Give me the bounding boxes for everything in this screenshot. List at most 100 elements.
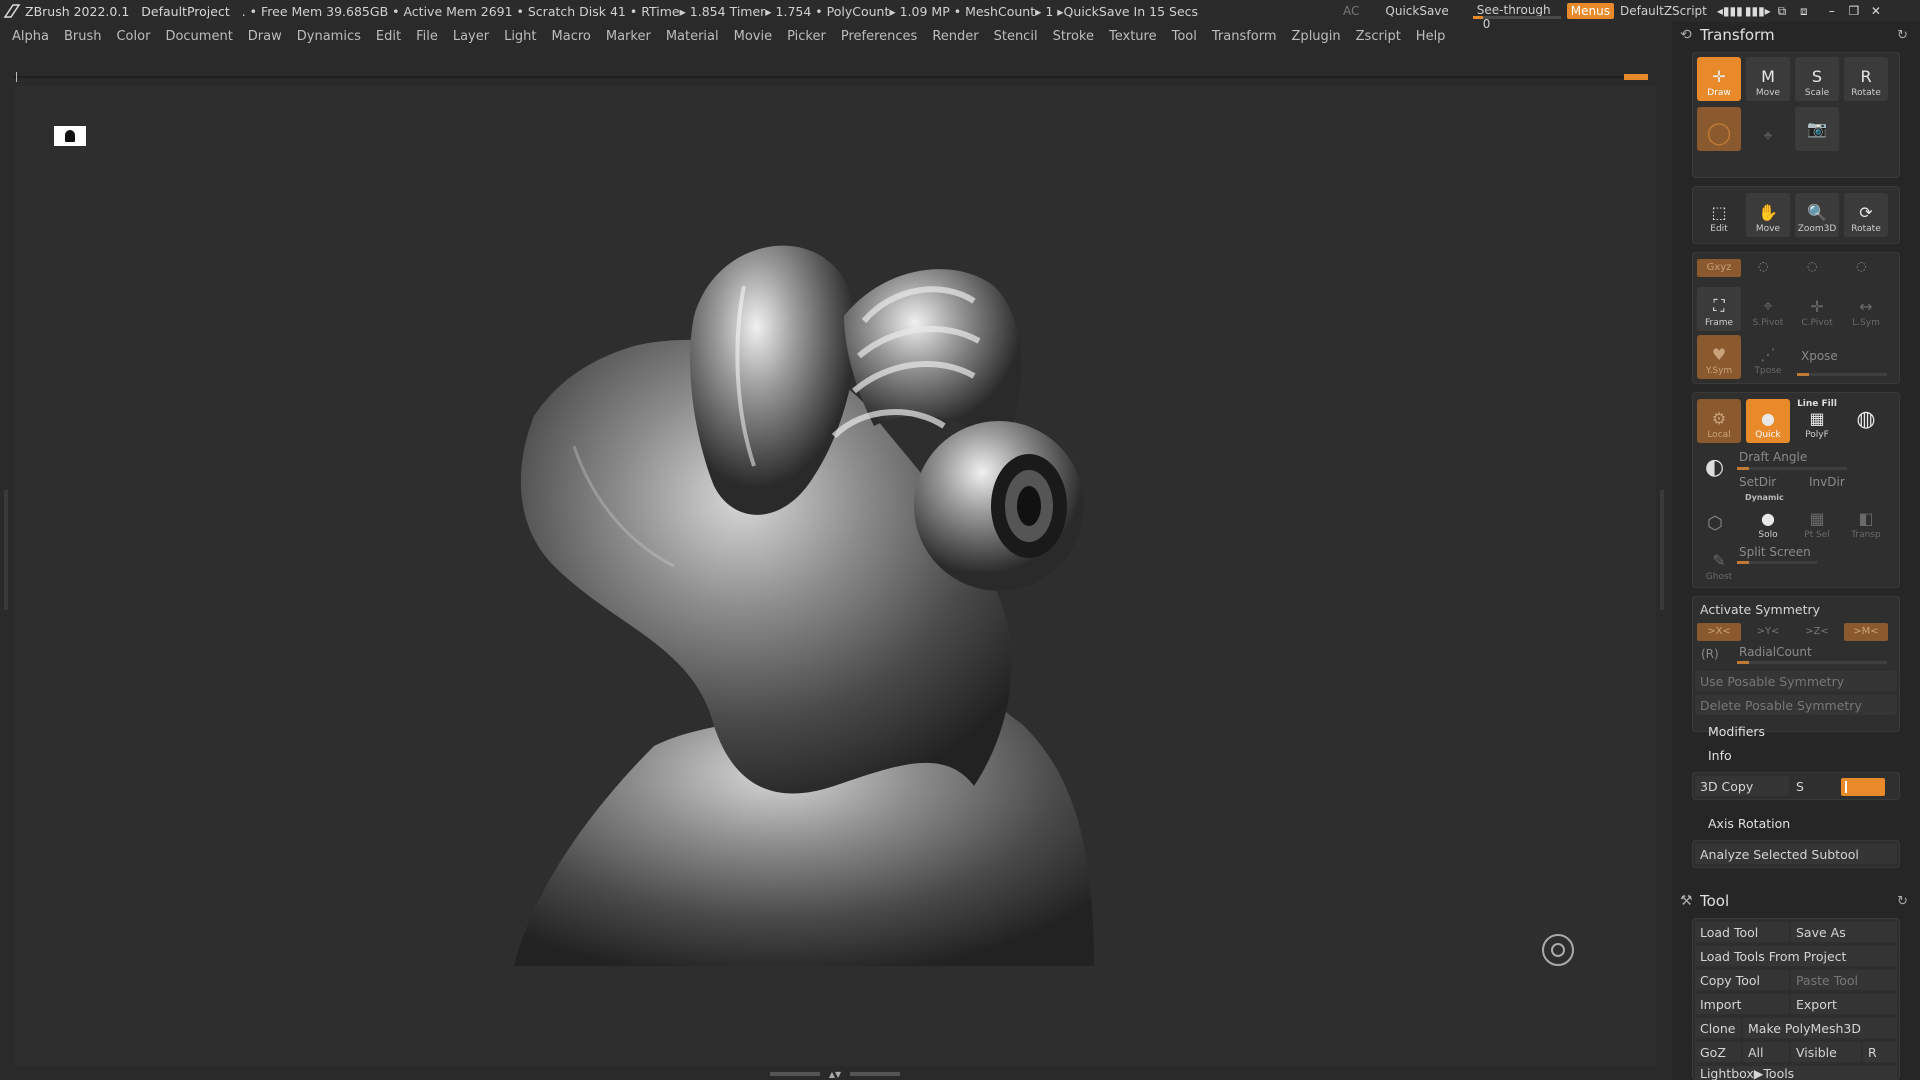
info-subpalette[interactable]: Info [1708, 748, 1732, 763]
menu-alpha[interactable]: Alpha [12, 29, 49, 44]
gxyz-toggle[interactable]: Gxyz [1697, 259, 1741, 277]
goz-all-button[interactable]: All [1743, 1042, 1789, 1062]
tpose-button[interactable]: ⋰ Tpose [1746, 335, 1790, 379]
activate-symmetry-button[interactable]: Activate Symmetry [1695, 599, 1897, 619]
lsym-button[interactable]: ↔ L.Sym [1844, 287, 1888, 331]
menu-material[interactable]: Material [666, 29, 719, 44]
menu-zplugin[interactable]: Zplugin [1292, 29, 1341, 44]
modifiers-subpalette[interactable]: Modifiers [1708, 724, 1765, 739]
transp-sphere-button[interactable]: ◍ [1844, 399, 1888, 443]
symmetry-x-toggle[interactable]: >X< [1697, 623, 1741, 641]
use-posable-symmetry-button[interactable]: Use Posable Symmetry [1695, 671, 1897, 691]
menu-transform[interactable]: Transform [1212, 29, 1277, 44]
quicksave-button[interactable]: QuickSave [1385, 4, 1448, 18]
axis-lock-icon[interactable]: ◌ [1758, 259, 1768, 273]
menu-help[interactable]: Help [1416, 29, 1446, 44]
zscript-name[interactable]: DefaultZScript [1620, 4, 1707, 18]
menu-picker[interactable]: Picker [787, 29, 826, 44]
clone-button[interactable]: Clone [1695, 1018, 1741, 1038]
menu-zscript[interactable]: Zscript [1356, 29, 1401, 44]
edit-gizmo-button[interactable]: ⌖ [1746, 107, 1790, 151]
move-view-button[interactable]: ✋ Move [1746, 193, 1790, 237]
see-through-slider[interactable]: See-through 0 [1472, 3, 1561, 31]
menu-layer[interactable]: Layer [453, 29, 489, 44]
material-sphere-button[interactable]: ◯ [1697, 107, 1741, 151]
spivot-button[interactable]: ⌖ S.Pivot [1746, 287, 1790, 331]
split-screen-slider[interactable] [1737, 561, 1817, 564]
cpivot-button[interactable]: ✛ C.Pivot [1795, 287, 1839, 331]
move-mode-button[interactable]: M Move [1746, 57, 1790, 101]
symmetry-z-toggle[interactable]: >Z< [1795, 623, 1839, 641]
draft-angle-slider[interactable] [1737, 467, 1847, 470]
menu-texture[interactable]: Texture [1109, 29, 1157, 44]
delete-posable-symmetry-button[interactable]: Delete Posable Symmetry [1695, 695, 1897, 715]
paste-tool-button[interactable]: Paste Tool [1791, 970, 1897, 990]
bottom-tray-arrows-icon[interactable]: ▲▼ [829, 1070, 841, 1079]
quick-button[interactable]: ● Quick [1746, 399, 1790, 443]
rotate-mode-button[interactable]: R Rotate [1844, 57, 1888, 101]
xpose-slider-knob[interactable] [1797, 373, 1809, 376]
menu-movie[interactable]: Movie [734, 29, 772, 44]
layout-toggle-icon[interactable]: ◂▮▮▮ [1717, 4, 1743, 18]
invdir-button[interactable]: InvDir [1809, 475, 1845, 489]
menu-document[interactable]: Document [165, 29, 232, 44]
menu-color[interactable]: Color [116, 29, 150, 44]
minimize-icon[interactable]: – [1821, 4, 1843, 18]
dock-icon[interactable]: ⧈ [1793, 4, 1815, 19]
restore-icon[interactable]: ❐ [1843, 4, 1865, 18]
menu-tool[interactable]: Tool [1172, 29, 1197, 44]
menu-draw[interactable]: Draw [248, 29, 282, 44]
copy3d-input[interactable] [1841, 778, 1885, 796]
ptsel-button[interactable]: ▦ Pt Sel [1795, 499, 1839, 543]
polyf-button[interactable]: Line Fill ▦ PolyF [1795, 399, 1839, 443]
analyze-subtool-button[interactable]: Analyze Selected Subtool [1695, 844, 1897, 864]
menu-macro[interactable]: Macro [552, 29, 591, 44]
navigation-gizmo-icon[interactable] [1542, 934, 1574, 966]
timeline-track[interactable] [14, 72, 1648, 82]
tool-reset-icon[interactable]: ↻ [1897, 894, 1908, 909]
timeline-marker[interactable] [1624, 74, 1648, 80]
radial-r-toggle[interactable]: (R) [1701, 647, 1719, 661]
menu-marker[interactable]: Marker [606, 29, 651, 44]
copy3d-button[interactable]: 3D Copy [1695, 776, 1789, 796]
menu-light[interactable]: Light [504, 29, 536, 44]
menu-render[interactable]: Render [932, 29, 978, 44]
radial-count-knob[interactable] [1737, 661, 1749, 664]
radial-count-slider[interactable] [1737, 661, 1887, 664]
left-tray-handle[interactable] [4, 490, 8, 610]
swap-icon[interactable]: ⧉ [1771, 4, 1793, 19]
close-icon[interactable]: ✕ [1865, 4, 1887, 18]
lightbox-tools-button[interactable]: Lightbox▶Tools [1695, 1066, 1897, 1080]
goz-button[interactable]: GoZ [1695, 1042, 1741, 1062]
scale-mode-button[interactable]: S Scale [1795, 57, 1839, 101]
ghost-button[interactable]: ✎ Ghost [1697, 541, 1741, 585]
axis-lock-icon[interactable]: ◌ [1856, 259, 1866, 273]
goz-r-button[interactable]: R [1863, 1042, 1897, 1062]
symmetry-y-toggle[interactable]: >Y< [1746, 623, 1790, 641]
ac-button[interactable]: AC [1343, 4, 1359, 18]
tool-palette-header[interactable]: ⚒ Tool ↻ [1672, 888, 1920, 914]
transform-palette-header[interactable]: ⟲ Transform ↻ [1672, 22, 1920, 48]
menus-toggle[interactable]: Menus [1566, 3, 1614, 19]
right-tray-handle[interactable] [1660, 490, 1664, 610]
copy-tool-button[interactable]: Copy Tool [1695, 970, 1789, 990]
canvas-viewport[interactable] [14, 86, 1656, 1066]
see-through-knob[interactable] [1472, 16, 1483, 19]
menu-dynamics[interactable]: Dynamics [297, 29, 361, 44]
contrast-toggle-icon[interactable]: ◐ [1705, 455, 1724, 480]
menu-preferences[interactable]: Preferences [841, 29, 917, 44]
save-as-button[interactable]: Save As [1791, 922, 1897, 942]
load-tool-button[interactable]: Load Tool [1695, 922, 1789, 942]
import-button[interactable]: Import [1695, 994, 1789, 1014]
xpose-slider[interactable] [1797, 373, 1887, 376]
cube-icon[interactable]: ⬡ [1707, 513, 1723, 534]
load-tools-from-project-button[interactable]: Load Tools From Project [1695, 946, 1897, 966]
make-polymesh3d-button[interactable]: Make PolyMesh3D [1743, 1018, 1897, 1038]
edit-button[interactable]: ⬚ Edit [1697, 193, 1741, 237]
snapshot-button[interactable]: 📷 [1795, 107, 1839, 151]
menu-stroke[interactable]: Stroke [1053, 29, 1094, 44]
export-button[interactable]: Export [1791, 994, 1897, 1014]
menu-edit[interactable]: Edit [376, 29, 401, 44]
palette-toggle-icon[interactable]: ▮▮▮▸ [1745, 4, 1771, 18]
local-button[interactable]: ⚙ Local [1697, 399, 1741, 443]
